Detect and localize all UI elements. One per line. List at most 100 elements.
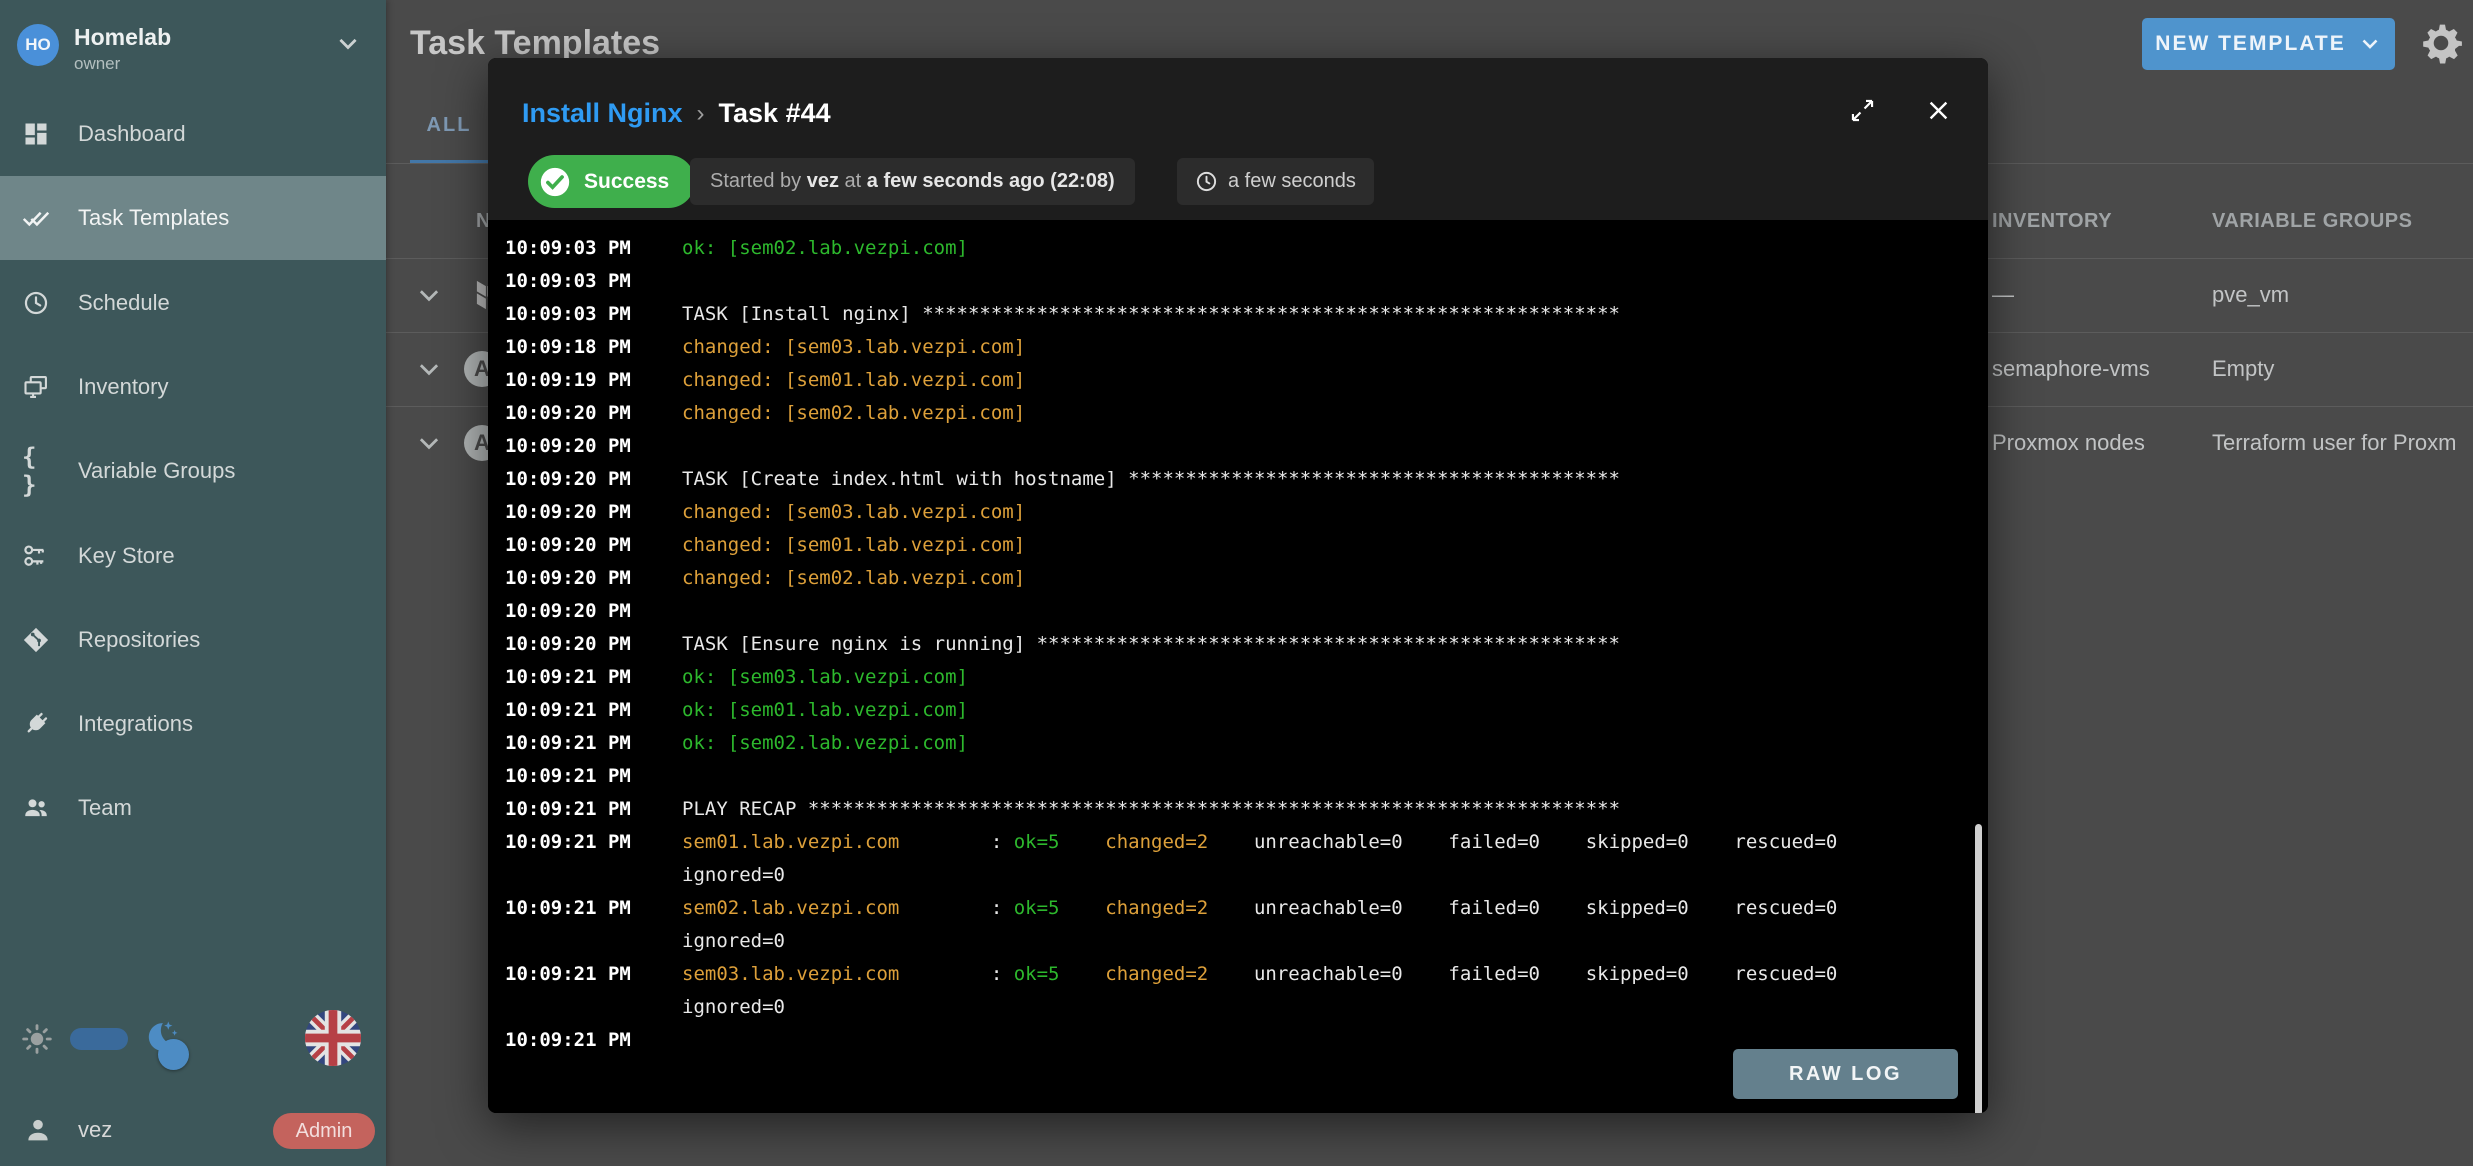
variable-groups-icon: { } [22, 457, 50, 485]
log-text-segment: ignored=0 [682, 859, 785, 892]
duration-chip: a few seconds [1177, 158, 1374, 205]
breadcrumb-separator: › [697, 100, 705, 128]
sidebar-item-label: Team [78, 795, 132, 821]
log-timestamp: 10:09:20 PM [505, 397, 682, 430]
breadcrumb: Install Nginx › Task #44 [522, 98, 831, 129]
log-line: 10:09:21 PMok: [sem01.lab.vezpi.com] [488, 694, 1988, 727]
cell-variable-groups: Terraform user for Proxm [2212, 406, 2457, 480]
started-chip: Started by vez at a few seconds ago (22:… [690, 158, 1135, 205]
expand-icon[interactable] [1840, 88, 1884, 132]
log-text-segment: ok: [sem02.lab.vezpi.com] [682, 232, 968, 265]
sidebar-item-repositories[interactable]: Repositories [0, 598, 386, 682]
log-timestamp: 10:09:21 PM [505, 1024, 682, 1057]
log-line: ignored=0 [488, 859, 1988, 892]
dashboard-icon [22, 120, 50, 148]
theme-switcher-row [0, 1012, 386, 1064]
moon-icon [142, 1018, 180, 1056]
log-timestamp: 10:09:03 PM [505, 232, 682, 265]
cell-inventory: semaphore-vms [1992, 332, 2150, 406]
log-timestamp: 10:09:19 PM [505, 364, 682, 397]
breadcrumb-task-title: Task #44 [719, 98, 831, 129]
sidebar-item-key-store[interactable]: Key Store [0, 514, 386, 598]
log-text-segment [1060, 892, 1106, 925]
log-text-segment: changed=2 [1105, 892, 1208, 925]
log-output[interactable]: 10:09:03 PMok: [sem02.lab.vezpi.com]10:0… [488, 220, 1988, 1113]
log-line: 10:09:20 PMchanged: [sem01.lab.vezpi.com… [488, 529, 1988, 562]
log-text-segment: sem01.lab.vezpi.com [682, 826, 899, 859]
column-header-inventory[interactable]: INVENTORY [1992, 210, 2112, 233]
log-timestamp: 10:09:03 PM [505, 298, 682, 331]
team-icon [22, 794, 50, 822]
log-line: 10:09:20 PM [488, 430, 1988, 463]
sidebar-item-inventory[interactable]: Inventory [0, 345, 386, 429]
uk-flag-icon[interactable] [304, 1009, 362, 1067]
chevron-down-icon[interactable] [414, 258, 446, 332]
close-icon[interactable] [1916, 88, 1960, 132]
log-text-segment: changed: [sem01.lab.vezpi.com] [682, 529, 1025, 562]
log-line: 10:09:20 PMTASK [Ensure nginx is running… [488, 628, 1988, 661]
sidebar-item-dashboard[interactable]: Dashboard [0, 92, 386, 176]
sidebar-item-variable-groups[interactable]: { } Variable Groups [0, 429, 386, 513]
tab-all[interactable]: ALL [410, 114, 488, 137]
duration-label: a few seconds [1228, 170, 1356, 193]
column-header-variable-groups[interactable]: VARIABLE GROUPS [2212, 210, 2412, 233]
sidebar-item-task-templates[interactable]: Task Templates [0, 176, 386, 260]
status-badge: Success [528, 155, 695, 208]
settings-gear-icon[interactable] [2418, 20, 2464, 66]
log-text-segment [1060, 958, 1106, 991]
log-text-segment: ok: [sem02.lab.vezpi.com] [682, 727, 968, 760]
raw-log-button[interactable]: RAW LOG [1733, 1049, 1958, 1099]
cell-inventory: — [1992, 258, 2014, 332]
log-line: 10:09:03 PMok: [sem02.lab.vezpi.com] [488, 232, 1988, 265]
log-timestamp: 10:09:20 PM [505, 595, 682, 628]
sidebar-item-schedule[interactable]: Schedule [0, 261, 386, 345]
log-text-segment: ****************************************… [922, 298, 1620, 331]
new-template-button[interactable]: NEW TEMPLATE [2142, 18, 2395, 70]
log-text-segment: ok=5 [1014, 892, 1060, 925]
status-label: Success [584, 170, 669, 194]
task-modal-header: Install Nginx › Task #44 Success Started… [488, 58, 1988, 220]
log-scrollbar-thumb[interactable] [1975, 824, 1982, 1113]
log-text-segment: ****************************************… [1128, 463, 1620, 496]
log-timestamp: 10:09:21 PM [505, 958, 682, 991]
log-timestamp: 10:09:21 PM [505, 793, 682, 826]
user-menu[interactable]: vez Admin [0, 1106, 386, 1154]
log-line: 10:09:21 PMsem03.lab.vezpi.com : ok=5 ch… [488, 958, 1988, 991]
sidebar-item-label: Variable Groups [78, 458, 235, 484]
log-text-segment: TASK [Ensure nginx is running] [682, 628, 1037, 661]
task-templates-icon [22, 204, 50, 232]
log-line: 10:09:03 PM [488, 265, 1988, 298]
chevron-down-icon [2358, 32, 2382, 56]
log-timestamp [505, 925, 682, 958]
key-store-icon [22, 542, 50, 570]
log-text-segment: sem02.lab.vezpi.com [682, 892, 899, 925]
log-line: 10:09:03 PMTASK [Install nginx] ********… [488, 298, 1988, 331]
inventory-icon [22, 373, 50, 401]
log-text-segment: PLAY RECAP [682, 793, 808, 826]
log-timestamp: 10:09:21 PM [505, 661, 682, 694]
log-timestamp: 10:09:21 PM [505, 760, 682, 793]
cell-variable-groups: Empty [2212, 332, 2274, 406]
log-text-segment: changed: [sem02.lab.vezpi.com] [682, 562, 1025, 595]
log-text-segment: ok=5 [1014, 826, 1060, 859]
log-line: 10:09:20 PMchanged: [sem02.lab.vezpi.com… [488, 562, 1988, 595]
sidebar-item-integrations[interactable]: Integrations [0, 682, 386, 766]
log-text-segment: changed=2 [1105, 958, 1208, 991]
admin-badge: Admin [273, 1113, 375, 1149]
log-text-segment: ok: [sem01.lab.vezpi.com] [682, 694, 968, 727]
log-timestamp: 10:09:21 PM [505, 826, 682, 859]
chevron-down-icon[interactable] [414, 332, 446, 406]
sun-icon [20, 1022, 54, 1056]
log-text-segment: unreachable=0 failed=0 skipped=0 rescued… [1208, 958, 1837, 991]
sidebar-item-team[interactable]: Team [0, 766, 386, 850]
sidebar-nav: Dashboard Task TemplatesScheduleInventory… [0, 0, 386, 1166]
chevron-down-icon[interactable] [414, 406, 446, 480]
sidebar-item-label: Dashboard [78, 121, 186, 147]
log-timestamp: 10:09:20 PM [505, 496, 682, 529]
repositories-icon [22, 626, 50, 654]
cell-variable-groups: pve_vm [2212, 258, 2289, 332]
log-text-segment: changed: [sem02.lab.vezpi.com] [682, 397, 1025, 430]
dark-mode-toggle[interactable] [70, 1028, 128, 1050]
log-timestamp: 10:09:18 PM [505, 331, 682, 364]
breadcrumb-template-link[interactable]: Install Nginx [522, 98, 683, 129]
